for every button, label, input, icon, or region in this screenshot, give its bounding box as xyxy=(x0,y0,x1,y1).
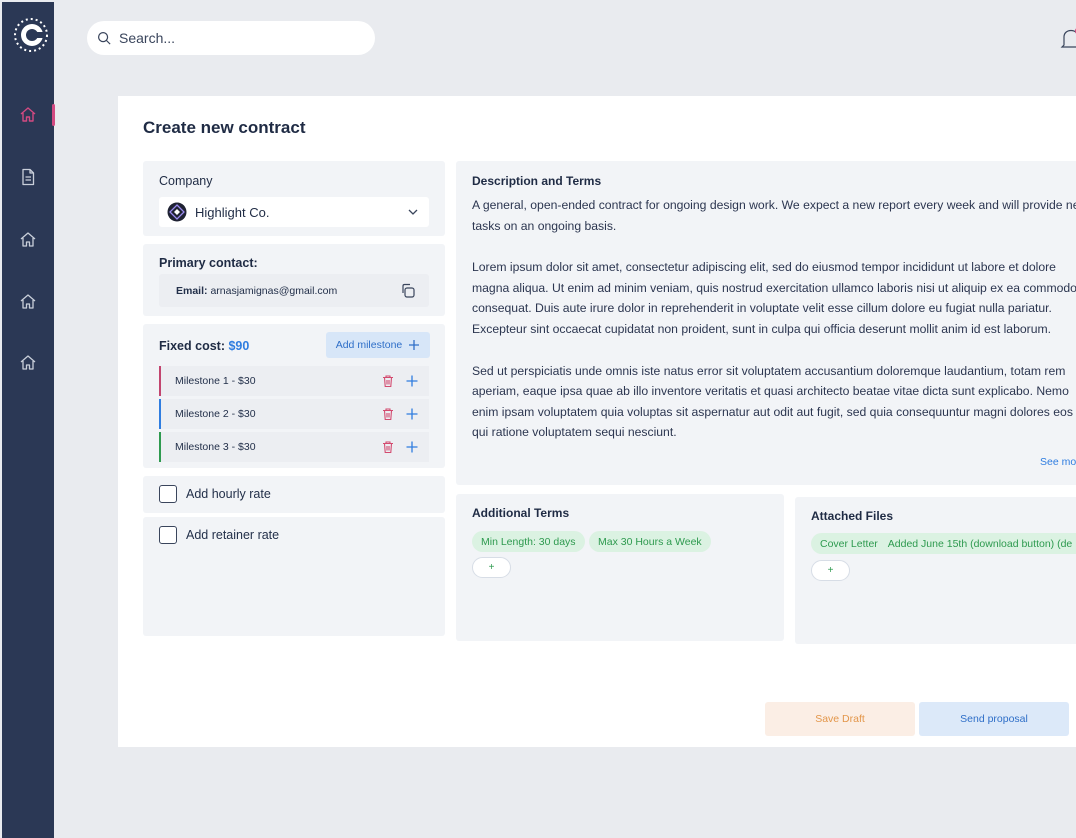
plus-icon[interactable] xyxy=(405,440,419,454)
plus-icon[interactable] xyxy=(405,407,419,421)
milestone-row: Milestone 2 - $30 xyxy=(159,399,429,429)
retainer-rate-checkbox[interactable] xyxy=(159,526,177,544)
sidebar-item-home-3[interactable] xyxy=(2,285,54,319)
bell-icon[interactable] xyxy=(1060,26,1076,52)
trash-icon[interactable] xyxy=(381,374,395,388)
company-select-value: Highlight Co. xyxy=(195,204,270,220)
company-select[interactable]: Highlight Co. xyxy=(159,197,429,227)
hourly-rate-checkbox[interactable] xyxy=(159,485,177,503)
add-milestone-button[interactable]: Add milestone xyxy=(326,332,430,358)
additional-terms-title: Additional Terms xyxy=(472,506,570,520)
plus-icon xyxy=(409,340,420,350)
logo-icon[interactable] xyxy=(13,17,49,53)
company-label: Company xyxy=(159,174,213,188)
search-bar[interactable] xyxy=(87,21,375,55)
description-paragraph: Lorem ipsum dolor sit amet, consectetur … xyxy=(472,260,1076,336)
milestone-row: Milestone 1 - $30 xyxy=(159,366,429,396)
sidebar-item-home-4[interactable] xyxy=(2,346,54,380)
company-logo-icon xyxy=(167,202,187,222)
send-proposal-button[interactable]: Send proposal xyxy=(919,702,1069,736)
file-added-date: Added June 15th (download button) (de xyxy=(887,537,1073,550)
hourly-rate-panel: Add hourly rate xyxy=(143,476,445,513)
term-tag[interactable]: Max 30 Hours a Week xyxy=(589,531,711,552)
company-panel: Company Highlight Co. xyxy=(143,161,445,236)
fixed-cost-text: Fixed cost: xyxy=(159,339,225,353)
email-label: Email: xyxy=(176,284,208,297)
add-term-button[interactable]: + xyxy=(472,557,511,578)
save-draft-button[interactable]: Save Draft xyxy=(765,702,915,736)
hourly-rate-label: Add hourly rate xyxy=(186,487,271,501)
sidebar-item-home-2[interactable] xyxy=(2,223,54,257)
primary-contact-panel: Primary contact: Email: arnasjamignas@gm… xyxy=(143,244,445,316)
additional-terms-panel: Additional Terms Min Length: 30 days Max… xyxy=(456,494,784,641)
primary-contact-label: Primary contact: xyxy=(159,256,258,270)
document-icon xyxy=(22,168,35,186)
plus-icon[interactable] xyxy=(405,374,419,388)
file-name: Cover Letter xyxy=(820,537,878,550)
milestone-color-bar xyxy=(159,399,161,429)
retainer-rate-option[interactable]: Add retainer rate xyxy=(159,526,279,544)
milestone-label: Milestone 3 - $30 xyxy=(175,441,256,453)
file-tag[interactable]: Cover Letter Added June 15th (download b… xyxy=(811,533,1076,554)
fixed-cost-amount: $90 xyxy=(228,339,250,353)
home-icon xyxy=(20,107,36,122)
milestone-label: Milestone 1 - $30 xyxy=(175,375,256,387)
contact-email: Email: arnasjamignas@gmail.com xyxy=(176,285,337,297)
sidebar xyxy=(2,2,55,838)
retainer-rate-panel: Add retainer rate xyxy=(143,517,445,636)
fixed-cost-panel: Fixed cost: $90 Add milestone Milestone … xyxy=(143,324,445,468)
add-file-button[interactable]: + xyxy=(811,560,850,581)
milestone-color-bar xyxy=(159,432,161,462)
trash-icon[interactable] xyxy=(381,440,395,454)
attached-files-title: Attached Files xyxy=(811,509,894,523)
attached-files-panel: Attached Files Cover Letter Added June 1… xyxy=(795,497,1076,644)
description-panel: Description and Terms A general, open-en… xyxy=(456,161,1076,485)
page-title: Create new contract xyxy=(143,118,306,137)
milestone-row: Milestone 3 - $30 xyxy=(159,432,429,462)
active-indicator xyxy=(52,104,55,126)
sidebar-item-home[interactable] xyxy=(2,98,55,132)
contract-card: Create new contract Company Highlight Co… xyxy=(118,96,1076,747)
description-text: A general, open-ended contract for ongoi… xyxy=(472,195,1076,464)
chevron-down-icon xyxy=(408,209,418,215)
trash-icon[interactable] xyxy=(381,407,395,421)
home-icon xyxy=(20,355,36,370)
home-icon xyxy=(20,232,36,247)
fixed-cost-label: Fixed cost: $90 xyxy=(159,339,249,353)
add-milestone-label: Add milestone xyxy=(335,339,403,351)
contact-email-box: Email: arnasjamignas@gmail.com xyxy=(159,274,429,307)
home-icon xyxy=(20,294,36,309)
milestone-color-bar xyxy=(159,366,161,396)
see-more-link[interactable]: See more xyxy=(1040,456,1076,468)
hourly-rate-option[interactable]: Add hourly rate xyxy=(159,485,271,503)
description-paragraph: Sed ut perspiciatis unde omnis iste natu… xyxy=(472,363,1073,440)
term-tag[interactable]: Min Length: 30 days xyxy=(472,531,585,552)
search-icon xyxy=(97,31,111,45)
milestone-label: Milestone 2 - $30 xyxy=(175,408,256,420)
retainer-rate-label: Add retainer rate xyxy=(186,528,280,542)
sidebar-item-documents[interactable] xyxy=(2,160,54,194)
copy-icon[interactable] xyxy=(399,282,417,300)
email-value: arnasjamignas@gmail.com xyxy=(210,284,338,297)
description-paragraph: A general, open-ended contract for ongoi… xyxy=(472,198,1076,233)
description-title: Description and Terms xyxy=(472,174,602,188)
search-input[interactable] xyxy=(119,30,339,46)
